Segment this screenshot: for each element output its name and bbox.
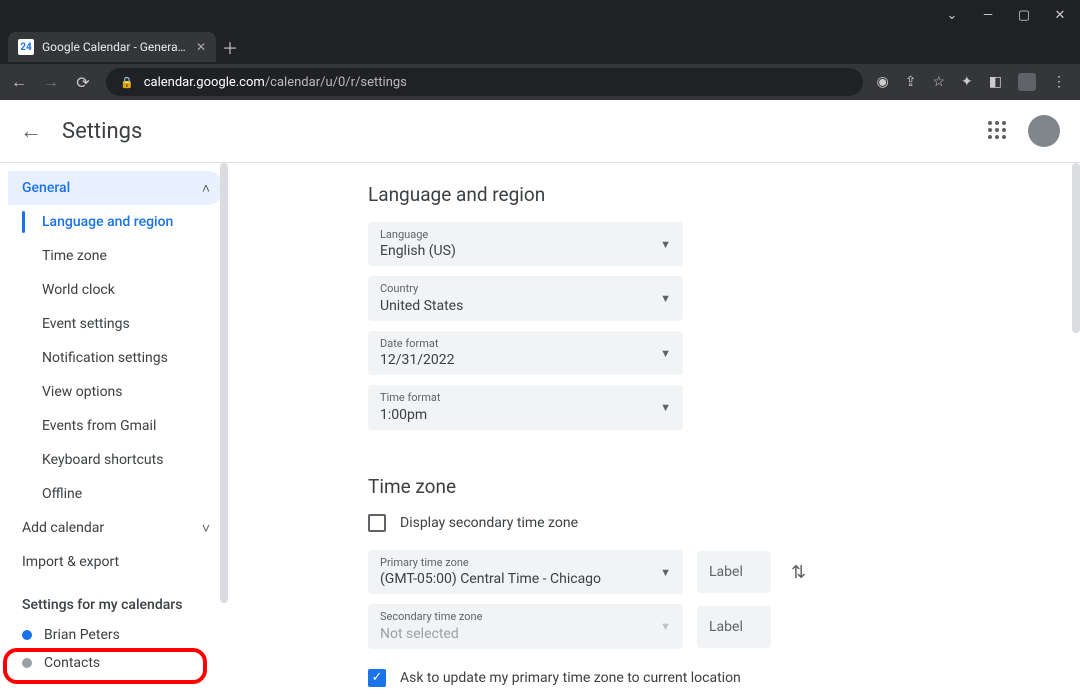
sidebar-item-view-options[interactable]: View options (8, 375, 224, 409)
sidebar-item-time-zone[interactable]: Time zone (8, 239, 224, 273)
favicon-icon: 24 (18, 39, 34, 55)
calendar-item-brian-peters[interactable]: Brian Peters (8, 621, 224, 649)
sidebar-item-add-calendar[interactable]: Add calendar ˅ (8, 511, 224, 545)
sidebar-item-language-region[interactable]: Language and region (8, 205, 224, 239)
back-arrow-icon[interactable]: ← (20, 118, 50, 144)
sidebar-section-my-calendars: Settings for my calendars (8, 579, 224, 621)
lock-icon: 🔒 (120, 76, 134, 89)
language-select[interactable]: Language English (US) ▼ (368, 222, 683, 266)
sidebar-item-world-clock[interactable]: World clock (8, 273, 224, 307)
share-icon[interactable]: ⇪ (905, 74, 917, 90)
chrome-menu-icon[interactable]: ⋮ (1052, 74, 1066, 90)
sidebar-item-import-export[interactable]: Import & export (8, 545, 224, 579)
caret-down-icon: ▼ (660, 401, 671, 414)
main-scrollbar[interactable] (1072, 163, 1080, 333)
chevron-down-icon[interactable]: ⌄ (938, 8, 966, 23)
sidebar-item-event-settings[interactable]: Event settings (8, 307, 224, 341)
caret-down-icon: ▼ (660, 292, 671, 305)
ask-update-checkbox[interactable]: ✓ (368, 669, 386, 687)
minimize-icon[interactable]: — (974, 8, 1002, 23)
sidebar-section-general[interactable]: General ˄ (8, 171, 224, 205)
date-format-select[interactable]: Date format 12/31/2022 ▼ (368, 331, 683, 375)
calendar-name: Brian Peters (44, 627, 120, 643)
caret-down-icon: ▼ (660, 566, 671, 579)
caret-down-icon: ▼ (660, 620, 671, 633)
google-apps-button[interactable] (988, 121, 1008, 141)
extensions-icon[interactable]: ✦ (961, 74, 973, 90)
display-secondary-checkbox[interactable] (368, 514, 386, 532)
panel-icon[interactable]: ◧ (989, 74, 1002, 90)
ask-update-label: Ask to update my primary time zone to cu… (400, 670, 741, 686)
eye-icon[interactable]: ◉ (877, 74, 889, 90)
sidebar-item-notification-settings[interactable]: Notification settings (8, 341, 224, 375)
url-domain: calendar.google.com (144, 75, 265, 90)
secondary-timezone-select: Secondary time zone Not selected ▼ (368, 604, 683, 648)
primary-timezone-label-input[interactable]: Label (697, 551, 771, 593)
new-tab-button[interactable]: ＋ (216, 35, 244, 59)
section-title-lang-region: Language and region (368, 183, 1080, 206)
calendar-color-dot (22, 658, 32, 668)
country-select[interactable]: Country United States ▼ (368, 276, 683, 320)
reload-button[interactable]: ⟳ (74, 73, 92, 92)
forward-button[interactable]: → (42, 72, 60, 92)
section-title-time-zone: Time zone (368, 475, 1080, 498)
sidebar-item-offline[interactable]: Offline (8, 477, 224, 511)
close-tab-icon[interactable]: ✕ (196, 40, 206, 54)
calendar-item-contacts[interactable]: Contacts (8, 649, 224, 677)
sidebar-section-label: General (22, 180, 70, 196)
display-secondary-label: Display secondary time zone (400, 515, 578, 531)
address-bar[interactable]: 🔒 calendar.google.com/calendar/u/0/r/set… (106, 68, 863, 96)
secondary-timezone-label-input: Label (697, 606, 771, 648)
swap-timezones-icon[interactable]: ⇅ (791, 562, 806, 583)
tab-title: Google Calendar - General settin (42, 40, 188, 54)
primary-timezone-select[interactable]: Primary time zone (GMT-05:00) Central Ti… (368, 550, 683, 594)
url-path: /calendar/u/0/r/settings (265, 75, 407, 90)
star-icon[interactable]: ☆ (932, 74, 945, 90)
profile-chip[interactable] (1018, 73, 1036, 91)
calendar-color-dot (22, 630, 32, 640)
back-button[interactable]: ← (10, 72, 28, 92)
chevron-up-icon: ˄ (202, 180, 210, 197)
maximize-icon[interactable]: ▢ (1010, 8, 1038, 23)
caret-down-icon: ▼ (660, 347, 671, 360)
caret-down-icon: ▼ (660, 238, 671, 251)
account-avatar[interactable] (1028, 115, 1060, 147)
browser-tab[interactable]: 24 Google Calendar - General settin ✕ (8, 32, 216, 62)
chevron-down-icon: ˅ (202, 520, 210, 537)
calendar-name: Contacts (44, 655, 100, 671)
close-window-icon[interactable]: ✕ (1046, 8, 1074, 23)
time-format-select[interactable]: Time format 1:00pm ▼ (368, 385, 683, 429)
sidebar-item-events-gmail[interactable]: Events from Gmail (8, 409, 224, 443)
sidebar-item-keyboard-shortcuts[interactable]: Keyboard shortcuts (8, 443, 224, 477)
page-title: Settings (62, 119, 142, 144)
